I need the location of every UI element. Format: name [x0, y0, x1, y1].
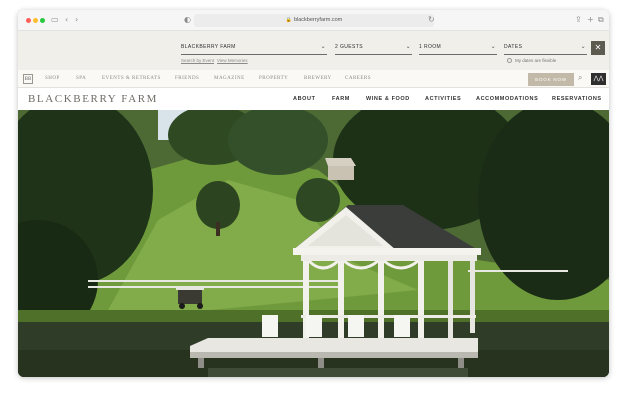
- dates-value: DATES: [504, 44, 523, 50]
- reload-icon[interactable]: ↻: [428, 15, 435, 25]
- nav-about[interactable]: ABOUT: [293, 96, 316, 102]
- site-logo[interactable]: BLACKBERRY FARM: [28, 93, 158, 105]
- close-icon: ✕: [594, 43, 602, 52]
- lock-icon: 🔒: [285, 17, 292, 23]
- nav-wine-food[interactable]: WINE & FOOD: [366, 96, 410, 102]
- close-booking-button[interactable]: ✕: [591, 41, 605, 55]
- mountain-logo-icon[interactable]: ⋀⋀: [591, 73, 606, 85]
- radio-icon: [507, 58, 512, 64]
- main-nav: BLACKBERRY FARM ABOUT FARM WINE & FOOD A…: [18, 88, 609, 110]
- booking-bar: BLACKBERRY FARM ⌄ 2 GUESTS ⌄ 1 ROOM ⌄ DA…: [18, 31, 609, 70]
- utility-nav: BB SHOP SPA EVENTS & RETREATS FRIENDS MA…: [18, 70, 609, 88]
- nav-farm[interactable]: FARM: [332, 96, 350, 102]
- location-select[interactable]: BLACKBERRY FARM ⌄: [181, 41, 327, 55]
- boathouse-lake-photo: [18, 110, 609, 377]
- hero-image: [18, 110, 609, 377]
- guests-value: 2 GUESTS: [335, 44, 363, 50]
- utility-nav-brewery[interactable]: BREWERY: [304, 76, 332, 81]
- back-icon[interactable]: ‹: [65, 15, 68, 25]
- nav-accommodations[interactable]: ACCOMMODATIONS: [476, 96, 538, 102]
- utility-nav-careers[interactable]: CAREERS: [345, 76, 371, 81]
- address-bar[interactable]: 🔒 blackberryfarm.com: [194, 14, 434, 27]
- book-now-button[interactable]: BOOK NOW: [528, 73, 574, 86]
- browser-window: ▭ ‹ › ◐ 🔒 blackberryfarm.com ↻ ⇪ + ⧉ BLAC…: [18, 10, 609, 377]
- new-tab-icon[interactable]: +: [587, 15, 594, 25]
- chevron-down-icon: ⌄: [490, 43, 496, 50]
- nav-reservations[interactable]: RESERVATIONS: [552, 96, 602, 102]
- utility-nav-property[interactable]: PROPERTY: [259, 76, 288, 81]
- sidebar-icon[interactable]: ▭: [51, 15, 59, 25]
- maximize-window-icon[interactable]: [40, 18, 45, 23]
- rooms-select[interactable]: 1 ROOM ⌄: [419, 41, 497, 55]
- chevron-down-icon: ⌄: [405, 43, 411, 50]
- share-icon[interactable]: ⇪: [575, 15, 582, 25]
- bb-monogram-icon[interactable]: BB: [23, 74, 33, 84]
- flexible-dates-label: My dates are flexible: [515, 58, 557, 63]
- utility-nav-events[interactable]: EVENTS & RETREATS: [102, 76, 161, 81]
- browser-toolbar: ▭ ‹ › ◐ 🔒 blackberryfarm.com ↻ ⇪ + ⧉: [18, 10, 609, 31]
- flexible-dates-checkbox[interactable]: My dates are flexible: [507, 58, 557, 64]
- url-text: blackberryfarm.com: [293, 17, 343, 23]
- nav-activities[interactable]: ACTIVITIES: [425, 96, 461, 102]
- guests-select[interactable]: 2 GUESTS ⌄: [335, 41, 412, 55]
- chevron-down-icon: ⌄: [580, 43, 586, 50]
- tab-overview-icon[interactable]: ⧉: [598, 15, 604, 25]
- dates-select[interactable]: DATES ⌄: [504, 41, 587, 55]
- minimize-window-icon[interactable]: [33, 18, 38, 23]
- utility-nav-magazine[interactable]: MAGAZINE: [214, 76, 245, 81]
- forward-icon[interactable]: ›: [75, 15, 78, 25]
- privacy-shield-icon[interactable]: ◐: [184, 15, 191, 25]
- search-by-event-link[interactable]: Search by Event: [181, 58, 214, 63]
- close-window-icon[interactable]: [26, 18, 31, 23]
- location-value: BLACKBERRY FARM: [181, 44, 236, 50]
- utility-nav-spa[interactable]: SPA: [76, 76, 86, 81]
- utility-nav-shop[interactable]: SHOP: [45, 76, 60, 81]
- utility-nav-friends[interactable]: FRIENDS: [175, 76, 199, 81]
- view-memories-link[interactable]: View Memories: [217, 58, 248, 63]
- chevron-down-icon: ⌄: [320, 43, 326, 50]
- rooms-value: 1 ROOM: [419, 44, 442, 50]
- search-icon[interactable]: ⌕: [578, 73, 582, 83]
